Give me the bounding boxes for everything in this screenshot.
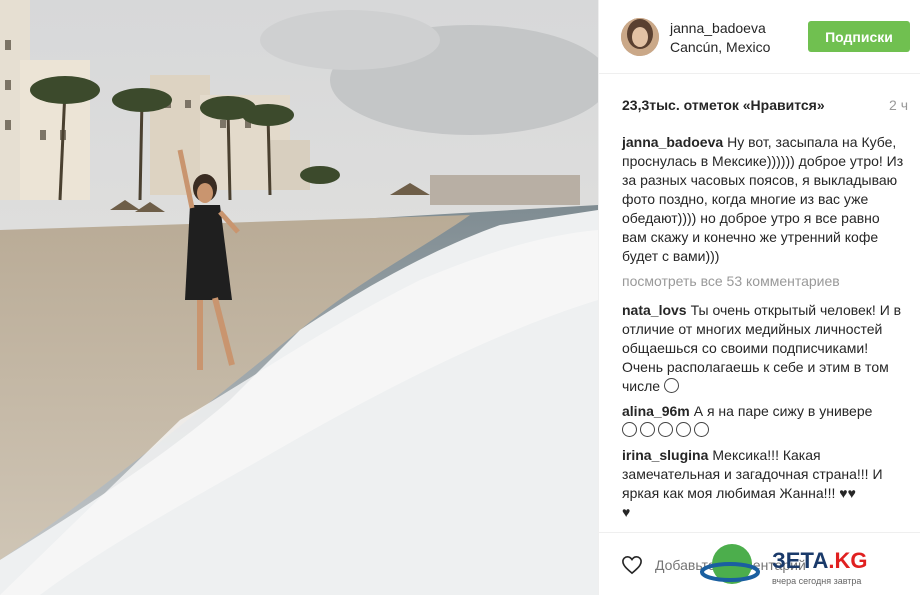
post-timestamp[interactable]: 2 ч (889, 97, 908, 113)
comment-item: nata_lovs Ты очень открытый человек! И в … (622, 301, 906, 396)
caption-username[interactable]: janna_badoeva (622, 134, 723, 150)
caption: janna_badoeva Ну вот, засыпала на Кубе, п… (622, 133, 906, 266)
post-photo[interactable] (0, 0, 598, 595)
watermark-tagline: вчера сегодня завтра (772, 576, 862, 586)
post-sidebar: janna_badoeva Cancún, Mexico Подписки 23… (598, 0, 920, 595)
sad-emoji-icon (658, 422, 673, 437)
view-all-comments-link[interactable]: посмотреть все 53 комментариев (622, 272, 906, 291)
comment-text: А я на паре сижу в универе (693, 403, 873, 419)
follow-button[interactable]: Подписки (808, 21, 910, 52)
lips-emoji-icon: ♥ (839, 485, 848, 501)
comment-item: irina_slugina Мексика!!! Какая замечатель… (622, 446, 906, 522)
beach-scene (0, 0, 598, 595)
post-author-username[interactable]: janna_badoeva (670, 20, 766, 36)
comment-username[interactable]: irina_slugina (622, 447, 708, 463)
sad-emoji-icon (676, 422, 691, 437)
comment-username[interactable]: nata_lovs (622, 302, 687, 318)
comments-list: janna_badoeva Ну вот, засыпала на Кубе, п… (622, 133, 906, 528)
sad-emoji-icon (622, 422, 637, 437)
black-heart-emoji-icon: ♥ (847, 485, 856, 501)
sad-emoji-icon (694, 422, 709, 437)
comment-username[interactable]: alina_96m (622, 403, 690, 419)
kiss-emoji-icon (663, 378, 679, 393)
watermark-text: ЗЕТА.KG (772, 548, 868, 573)
post-header: janna_badoeva Cancún, Mexico Подписки (599, 0, 920, 74)
avatar[interactable] (621, 18, 659, 56)
caption-text: Ну вот, засыпала на Кубе, проснулась в М… (622, 134, 904, 264)
like-heart-icon[interactable] (621, 555, 643, 575)
likes-count[interactable]: 23,3тыс. отметок «Нравится» (622, 97, 825, 113)
post-location[interactable]: Cancún, Mexico (670, 39, 770, 55)
globe-logo-icon (700, 544, 760, 584)
zeta-watermark: ЗЕТА.KG вчера сегодня завтра (700, 540, 920, 592)
lips-emoji-icon: ♥ (622, 504, 631, 520)
sad-emoji-icon (640, 422, 655, 437)
comment-item: alina_96m А я на паре сижу в универе (622, 402, 906, 440)
